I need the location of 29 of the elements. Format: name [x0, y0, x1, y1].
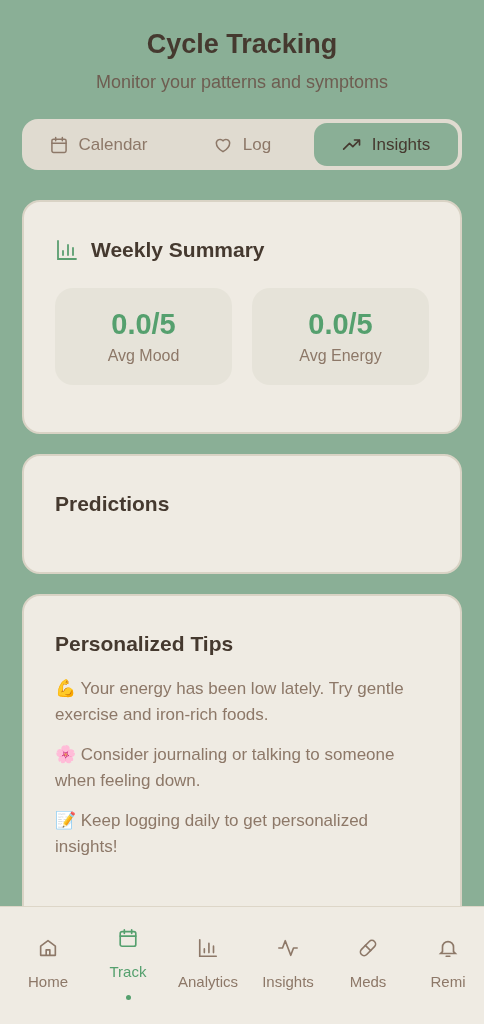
- tab[interactable]: Insights: [314, 123, 458, 166]
- card-title: Personalized Tips: [55, 632, 235, 656]
- card-title: Predictions: [55, 492, 171, 516]
- calendar-icon: [117, 927, 139, 949]
- nav-item[interactable]: Track: [88, 907, 168, 1024]
- pill-icon: [357, 937, 379, 959]
- nav-item[interactable]: Insights: [248, 907, 328, 1024]
- bar-chart-icon: [197, 937, 219, 959]
- nav-item[interactable]: Home: [8, 907, 88, 1024]
- tip-text: 🌸 Consider journaling or talking to someone when feeling down.: [55, 744, 396, 792]
- stat-value: 0.0/5: [111, 308, 176, 341]
- nav-item[interactable]: Meds: [328, 907, 408, 1024]
- calendar-icon: [48, 134, 69, 155]
- stat-label: Avg Energy: [299, 347, 382, 365]
- tip-text: 📝 Keep logging daily to get personalized insights!: [55, 810, 370, 858]
- active-dot: [125, 995, 131, 1000]
- nav-item[interactable]: Remi: [408, 907, 484, 1024]
- stat-label: Avg Mood: [107, 347, 180, 365]
- card-title: Weekly Summary: [91, 238, 265, 262]
- bar-chart-icon: [55, 238, 79, 262]
- page-title: Cycle Tracking: [145, 28, 339, 61]
- stat-value: 0.0/5: [308, 308, 373, 341]
- tip-text: 💪 Your energy has been low lately. Try gentle exercise and iron-rich foods.: [55, 678, 405, 726]
- pulse-icon: [277, 937, 299, 959]
- tab[interactable]: Log: [170, 123, 314, 166]
- nav-item[interactable]: Analytics: [168, 907, 248, 1024]
- home-icon: [37, 937, 59, 959]
- page-subtitle: Monitor your patterns and symptoms: [94, 72, 390, 93]
- tab[interactable]: Calendar: [26, 123, 170, 166]
